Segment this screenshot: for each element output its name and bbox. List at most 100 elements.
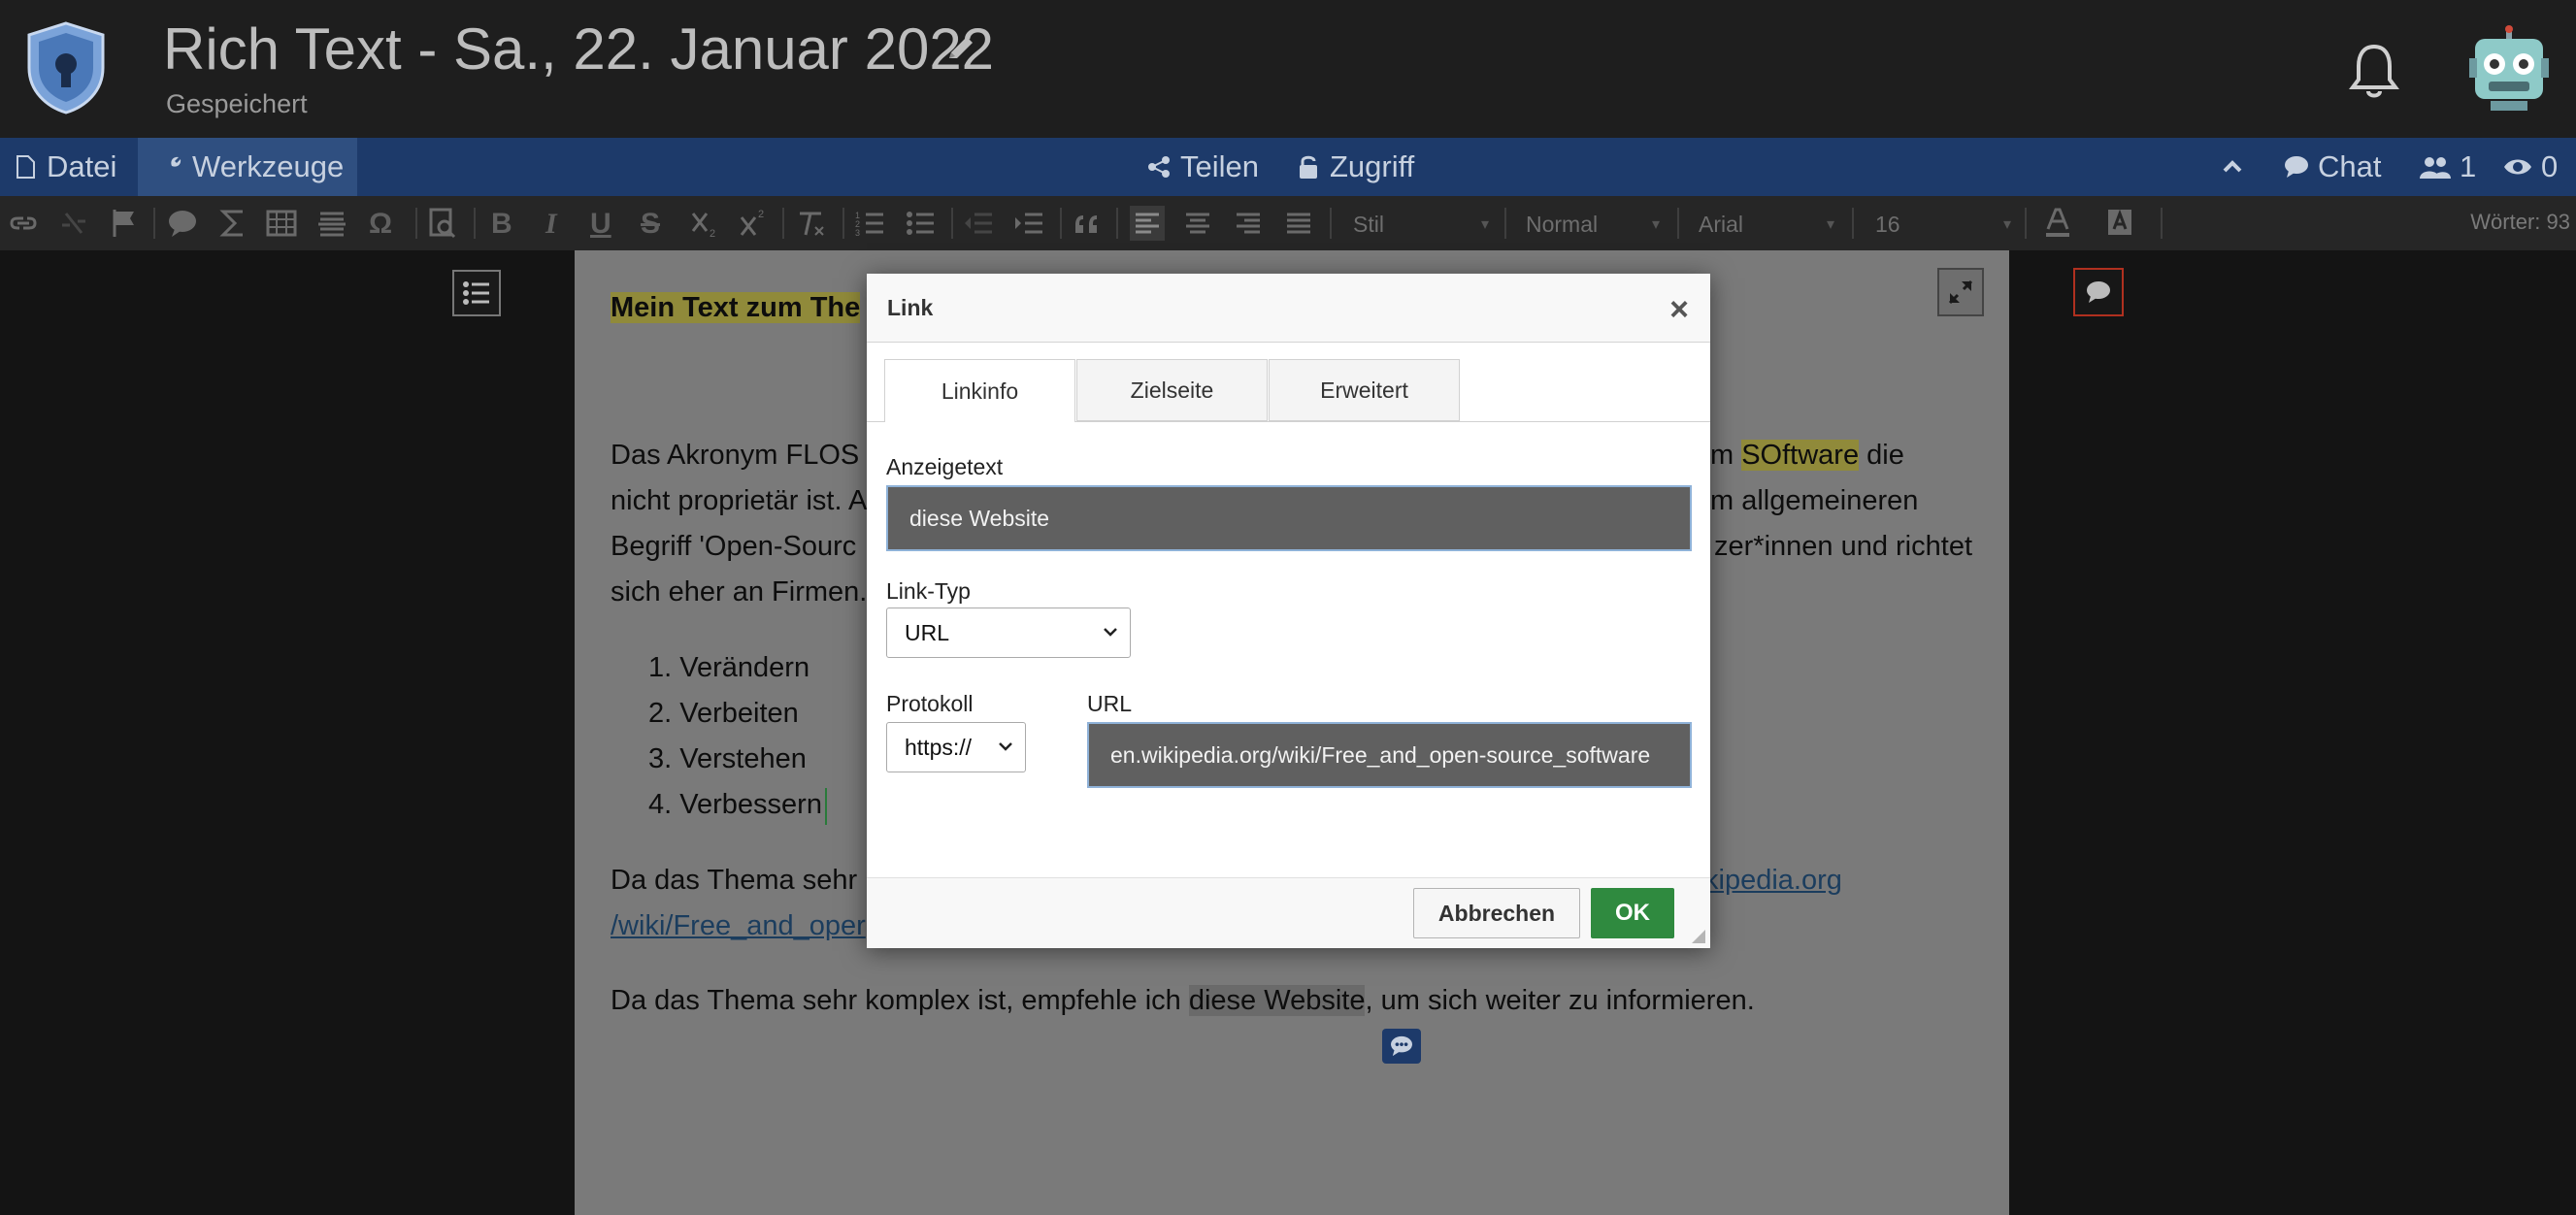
collapse-toolbar-button[interactable] — [2219, 138, 2246, 196]
toolbar-separator — [842, 208, 844, 239]
bullet-list-icon[interactable] — [903, 206, 938, 241]
chevron-down-icon — [1104, 628, 1117, 637]
clear-format-icon[interactable] — [794, 206, 829, 241]
font-select[interactable]: Arial ▾ — [1699, 208, 1834, 241]
menu-file[interactable]: Datei — [12, 138, 116, 196]
comments-pane — [2009, 250, 2576, 1215]
display-text-input[interactable]: diese Website — [886, 485, 1692, 551]
toolbar-separator — [1116, 208, 1118, 239]
list-item: 3. Verstehen — [648, 743, 807, 774]
font-size-select[interactable]: 16 ▾ — [1875, 208, 2011, 241]
expand-icon — [1948, 279, 1973, 305]
paragraph-link[interactable]: kipedia.org — [1704, 858, 1842, 903]
svg-text:2: 2 — [710, 228, 715, 240]
align-center-icon[interactable] — [1180, 206, 1215, 241]
tab-zielseite[interactable]: Zielseite — [1076, 359, 1268, 421]
horizontal-rule-icon[interactable] — [314, 206, 349, 241]
paragraph-line: m allgemeineren — [1710, 485, 1919, 516]
toolbar-separator — [2025, 208, 2027, 239]
menu-access[interactable]: Zugriff — [1295, 138, 1414, 196]
find-replace-icon[interactable] — [425, 206, 460, 241]
protocol-value: https:// — [905, 734, 973, 760]
font-size-select-value: 16 — [1875, 211, 1900, 237]
file-icon — [17, 155, 35, 179]
menu-file-label: Datei — [47, 149, 117, 183]
chevron-down-icon: ▾ — [1480, 216, 1489, 233]
link-icon[interactable] — [6, 206, 41, 241]
outdent-icon[interactable] — [961, 206, 996, 241]
paragraph-link[interactable]: /wiki/Free_and_oper — [611, 903, 866, 949]
menu-tools[interactable]: Werkzeuge — [138, 138, 357, 196]
align-right-icon[interactable] — [1231, 206, 1266, 241]
ok-button[interactable]: OK — [1591, 888, 1674, 938]
outline-toggle-button[interactable] — [452, 270, 501, 316]
link-type-select[interactable]: URL — [886, 608, 1131, 658]
lock-icon — [1300, 155, 1317, 179]
pencil-icon[interactable] — [941, 29, 980, 68]
strikethrough-button[interactable]: S — [641, 208, 660, 241]
close-icon[interactable]: × — [1669, 291, 1689, 329]
subscript-icon[interactable]: 2 — [687, 206, 722, 241]
chevron-down-icon — [999, 742, 1012, 751]
superscript-icon[interactable]: 2 — [736, 206, 771, 241]
toolbar-separator — [782, 208, 784, 239]
highlighted-text: SOftware — [1741, 440, 1860, 471]
anchor-flag-icon[interactable] — [107, 206, 142, 241]
users-online[interactable]: 1 — [2419, 138, 2476, 196]
bell-icon[interactable] — [2347, 41, 2401, 103]
svg-text:3: 3 — [855, 228, 860, 238]
comment-icon[interactable] — [165, 206, 200, 241]
fullscreen-button[interactable] — [1937, 268, 1984, 316]
italic-button[interactable]: I — [545, 208, 557, 241]
menu-chat[interactable]: Chat — [2283, 138, 2381, 196]
users-count: 1 — [2460, 149, 2477, 183]
menu-bar: Datei Werkzeuge Teilen Zugriff Chat 1 0 — [0, 138, 2576, 196]
toolbar-separator — [1677, 208, 1679, 239]
comment-icon — [2087, 281, 2110, 303]
numbered-list-icon[interactable]: 123 — [852, 206, 887, 241]
unlink-icon[interactable] — [56, 206, 91, 241]
viewers-count-widget[interactable]: 0 — [2502, 138, 2558, 196]
style-select[interactable]: Stil ▾ — [1353, 208, 1489, 241]
shield-logo-icon[interactable] — [25, 19, 107, 115]
background-color-icon[interactable] — [2102, 206, 2137, 241]
blockquote-icon[interactable] — [1070, 206, 1105, 241]
tab-linkinfo-cover[interactable]: Linkinfo — [884, 359, 1075, 422]
toolbar-separator — [474, 208, 476, 239]
format-select[interactable]: Normal ▾ — [1526, 208, 1660, 241]
viewers-count: 0 — [2541, 149, 2559, 183]
dialog-title: Link — [887, 295, 934, 320]
share-icon — [1148, 156, 1170, 178]
indent-icon[interactable] — [1011, 206, 1046, 241]
tab-erweitert[interactable]: Erweitert — [1269, 359, 1460, 421]
url-input[interactable]: en.wikipedia.org/wiki/Free_and_open-sour… — [1087, 722, 1692, 788]
protocol-select[interactable]: https:// — [886, 722, 1026, 772]
math-sigma-icon[interactable] — [215, 206, 250, 241]
paragraph-line: zer*innen und richtet — [1714, 531, 1972, 562]
paragraph-line: Da das Thema sehr — [611, 865, 858, 896]
protocol-label: Protokoll — [886, 691, 974, 716]
menu-access-label: Zugriff — [1330, 149, 1415, 183]
table-icon[interactable] — [264, 206, 299, 241]
document-title[interactable]: Rich Text - Sa., 22. Januar 2022 — [163, 16, 994, 82]
robot-avatar[interactable] — [2469, 25, 2549, 113]
align-justify-icon[interactable] — [1281, 206, 1316, 241]
comment-toggle-button[interactable] — [2073, 268, 2124, 316]
menu-share[interactable]: Teilen — [1145, 138, 1259, 196]
text-color-icon[interactable] — [2040, 206, 2075, 241]
toolbar-separator — [1060, 208, 1062, 239]
format-select-value: Normal — [1526, 211, 1599, 237]
svg-text:2: 2 — [758, 209, 764, 220]
cancel-button[interactable]: Abbrechen — [1413, 888, 1580, 938]
align-left-icon[interactable] — [1130, 206, 1165, 241]
underline-button[interactable]: U — [590, 208, 611, 241]
special-char-omega[interactable]: Ω — [369, 208, 392, 241]
bold-button[interactable]: B — [491, 208, 512, 241]
menu-tools-label: Werkzeuge — [192, 149, 345, 183]
selected-text[interactable]: diese Website — [1188, 985, 1366, 1016]
chevron-down-icon: ▾ — [1826, 216, 1834, 233]
display-text-label: Anzeigetext — [886, 454, 1004, 479]
save-status: Gespeichert — [166, 89, 308, 118]
resize-grip-icon[interactable] — [1689, 927, 1706, 944]
inline-comment-icon[interactable] — [1382, 1029, 1421, 1064]
